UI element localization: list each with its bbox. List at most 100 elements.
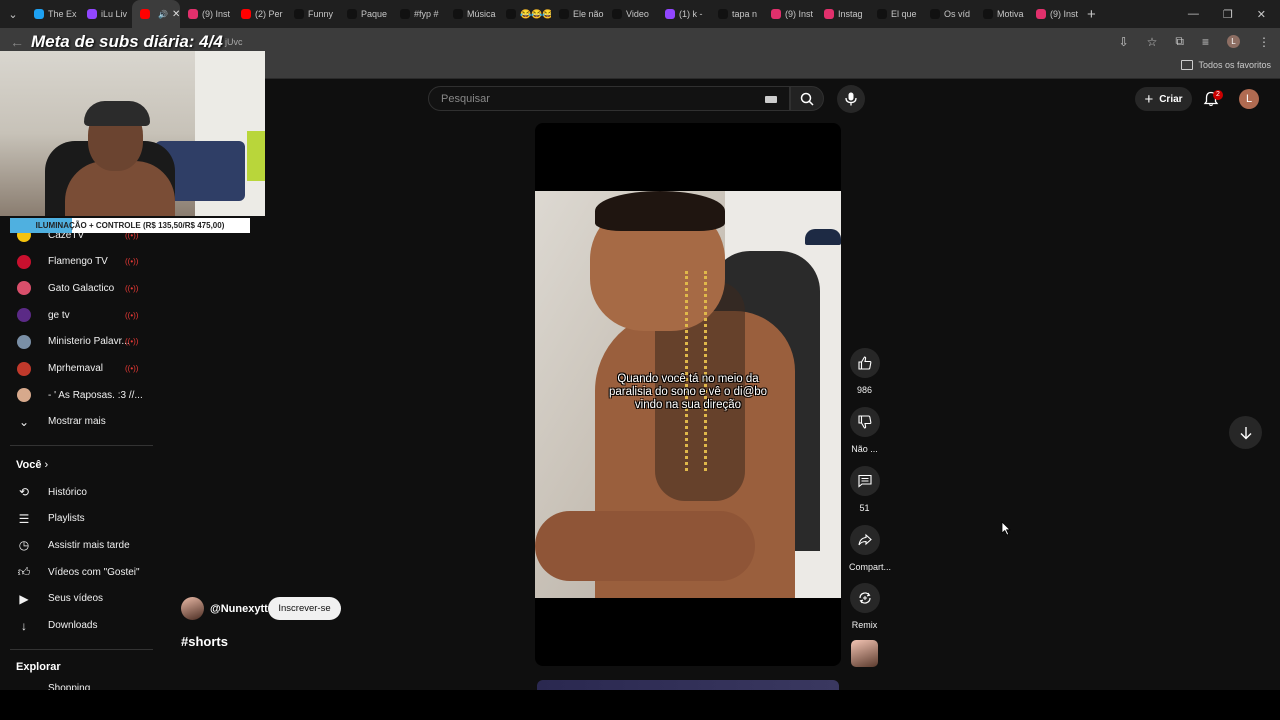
browser-tab[interactable]: 😂😂😂 xyxy=(498,0,551,28)
webcam-feed xyxy=(0,51,265,216)
tab-favicon-icon xyxy=(347,9,357,19)
sidebar-you-item[interactable]: ◷ Assistir mais tarde xyxy=(0,532,150,558)
tab-favicon-icon xyxy=(140,9,150,19)
tab-favicon-icon xyxy=(771,9,781,19)
sidebar-subscription-item[interactable]: ge tv ((•)) xyxy=(0,302,150,328)
browser-tab[interactable]: (2) Per xyxy=(233,0,286,28)
like-count: 986 xyxy=(856,385,873,395)
user-avatar[interactable]: L xyxy=(1239,89,1259,109)
like-button[interactable] xyxy=(849,348,880,378)
search-input[interactable] xyxy=(439,92,743,106)
dislike-button[interactable] xyxy=(849,407,880,437)
search-button[interactable] xyxy=(790,86,824,111)
browser-profile-avatar[interactable]: L xyxy=(1227,35,1240,48)
extensions-icon[interactable]: ⧉ xyxy=(1175,34,1184,49)
sidebar-explore-item[interactable]: Shopping xyxy=(0,677,150,690)
close-window-icon[interactable]: ✕ xyxy=(1257,8,1266,21)
clock-icon: ◷ xyxy=(18,538,30,553)
sidebar-subscription-item[interactable]: - ' As Raposas. :3 //... xyxy=(0,382,150,408)
browser-tab[interactable]: Paque xyxy=(339,0,392,28)
url-text[interactable]: jUvc xyxy=(225,37,243,47)
subscribe-button[interactable]: Inscrever-se xyxy=(268,597,341,620)
browser-tab[interactable]: (9) Inst xyxy=(763,0,816,28)
tab-title: (2) Per xyxy=(255,9,283,19)
you-section-header[interactable]: Você › xyxy=(16,459,48,471)
tab-title: (1) k - xyxy=(679,9,703,19)
create-button[interactable]: + Criar xyxy=(1135,87,1192,111)
tab-favicon-icon xyxy=(506,9,516,19)
sidebar-divider xyxy=(10,445,153,446)
channel-avatar[interactable] xyxy=(181,597,204,620)
browser-menu-icon[interactable]: ⋮ xyxy=(1258,35,1270,49)
browser-tab[interactable]: Funny xyxy=(286,0,339,28)
tab-search-button[interactable]: ⌄ xyxy=(0,0,26,28)
sidebar-item-label: Playlists xyxy=(48,513,85,525)
comments-button[interactable] xyxy=(849,466,880,496)
browser-tab[interactable]: (9) Inst xyxy=(1028,0,1081,28)
media-control-icon[interactable]: ≡ xyxy=(1202,35,1209,49)
bottom-black-bar xyxy=(0,690,1280,720)
keyboard-icon[interactable] xyxy=(765,96,777,103)
all-bookmarks-label: Todos os favoritos xyxy=(1198,60,1271,70)
browser-tab[interactable]: Ele não xyxy=(551,0,604,28)
sidebar-subscription-item[interactable]: Ministerio Palavr... ((•)) xyxy=(0,329,150,355)
browser-tab[interactable]: Os víd xyxy=(922,0,975,28)
show-more-label: Mostrar mais xyxy=(48,416,106,428)
channel-name[interactable]: @Nunexytt xyxy=(210,603,268,615)
browser-tab[interactable]: The Ex xyxy=(26,0,79,28)
tab-title: (9) Inst xyxy=(785,9,814,19)
sidebar-you-item[interactable]: ↓ Downloads xyxy=(0,613,150,639)
browser-tab[interactable]: (9) Inst xyxy=(180,0,233,28)
search-icon xyxy=(800,92,814,106)
sidebar-divider xyxy=(10,649,153,650)
install-app-icon[interactable]: ⇩ xyxy=(1119,35,1129,49)
channel-thumbnail[interactable] xyxy=(851,640,878,667)
restore-icon[interactable]: ❐ xyxy=(1223,8,1233,21)
tab-audio-icon[interactable]: 🔊 xyxy=(158,10,168,19)
voice-search-button[interactable] xyxy=(837,85,865,113)
show-more-button[interactable]: ⌄ Mostrar mais xyxy=(0,409,150,435)
sidebar-subscription-item[interactable]: Mprhemaval ((•)) xyxy=(0,356,150,382)
browser-tab[interactable]: Video xyxy=(604,0,657,28)
playlist-icon: ☰ xyxy=(18,511,30,526)
tab-title: Instag xyxy=(838,9,863,19)
tab-favicon-icon xyxy=(718,9,728,19)
donation-goal-banner: ILUMINAÇÃO + CONTROLE (R$ 135,50/R$ 475,… xyxy=(10,218,250,233)
shorts-video-player[interactable]: Quando você tá no meio da paralisia do s… xyxy=(535,123,841,666)
browser-tab[interactable]: Música xyxy=(445,0,498,28)
share-button[interactable] xyxy=(849,525,880,555)
next-video-button[interactable] xyxy=(1229,416,1262,449)
browser-tab[interactable]: iLu Liv xyxy=(79,0,132,28)
plus-icon: + xyxy=(1144,90,1154,108)
back-arrow-icon[interactable]: ← xyxy=(10,34,24,50)
mouse-cursor-icon xyxy=(1001,521,1011,536)
browser-tab[interactable]: Instag xyxy=(816,0,869,28)
browser-tab[interactable]: #fyp # xyxy=(392,0,445,28)
new-tab-button[interactable]: + xyxy=(1087,6,1096,23)
browser-tab[interactable]: 🔊 ✕ xyxy=(132,0,180,28)
sidebar-you-item[interactable]: ▶ Seus vídeos xyxy=(0,586,150,612)
browser-tab[interactable]: (1) k - xyxy=(657,0,710,28)
live-indicator-icon: ((•)) xyxy=(125,310,139,320)
channel-avatar xyxy=(17,388,31,403)
browser-tab[interactable]: tapa n xyxy=(710,0,763,28)
sidebar-item-label: ge tv xyxy=(48,309,70,321)
all-bookmarks-button[interactable]: Todos os favoritos xyxy=(1181,60,1271,70)
sidebar-subscription-item[interactable]: Flamengo TV ((•)) xyxy=(0,249,150,275)
sidebar-subscription-item[interactable]: Gato Galactico ((•)) xyxy=(0,275,150,301)
tab-close-icon[interactable]: ✕ xyxy=(172,9,180,20)
browser-tab[interactable]: El que xyxy=(869,0,922,28)
comment-action: 51 xyxy=(849,466,880,513)
shorts-hashtag[interactable]: #shorts xyxy=(181,634,228,649)
browser-tab[interactable]: Motiva xyxy=(975,0,1028,28)
sidebar-item-label: - ' As Raposas. :3 //... xyxy=(48,389,143,401)
sidebar-you-item[interactable]: 👍︎ Vídeos com "Gostei" xyxy=(0,559,150,585)
tab-title: (9) Inst xyxy=(202,9,231,19)
sidebar-you-item[interactable]: ⟲ Histórico xyxy=(0,479,150,505)
minimize-icon[interactable]: — xyxy=(1188,8,1199,21)
bookmark-star-icon[interactable]: ☆ xyxy=(1147,35,1158,49)
next-short-preview[interactable] xyxy=(537,680,839,690)
sidebar-you-item[interactable]: ☰ Playlists xyxy=(0,506,150,532)
remix-button[interactable] xyxy=(849,583,880,613)
search-box[interactable] xyxy=(428,86,790,111)
